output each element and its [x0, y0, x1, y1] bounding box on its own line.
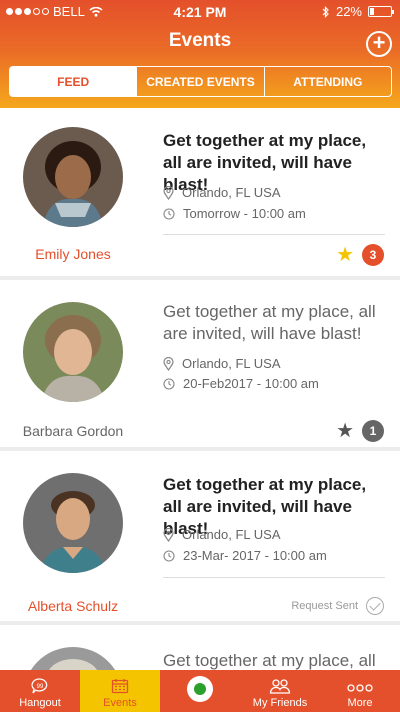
bottom-nav: 99 Hangout Events My Friends More — [0, 670, 400, 712]
card-actions: ★ 1 — [336, 420, 384, 442]
event-card[interactable]: Barbara Gordon Get together at my place,… — [0, 280, 400, 447]
bluetooth-icon — [322, 5, 329, 18]
attendee-count-badge: 3 — [362, 244, 384, 266]
friends-icon — [269, 679, 291, 694]
author-name[interactable]: Alberta Schulz — [0, 598, 146, 614]
datetime-text: 23-Mar- 2017 - 10:00 am — [183, 548, 327, 563]
location-text: Orlando, FL USA — [182, 356, 281, 371]
event-card[interactable]: Get together at my place, all — [0, 625, 400, 670]
avatar — [23, 302, 123, 402]
tab-bar: FEED CREATED EVENTS ATTENDING — [9, 66, 392, 97]
location-text: Orlando, FL USA — [182, 527, 281, 542]
location-pin-icon — [163, 185, 174, 200]
event-card[interactable]: Alberta Schulz Get together at my place,… — [0, 451, 400, 621]
author-name[interactable]: Barbara Gordon — [0, 423, 146, 439]
check-circle-icon — [366, 597, 384, 615]
event-title[interactable]: Get together at my place, all — [163, 650, 388, 670]
plus-icon: + — [372, 30, 386, 55]
event-datetime: 20-Feb2017 - 10:00 am — [163, 376, 319, 391]
location-pin-icon — [163, 527, 174, 542]
location-pin-icon — [163, 356, 174, 371]
nav-events[interactable]: Events — [80, 670, 160, 712]
avatar — [23, 127, 123, 227]
star-icon[interactable]: ★ — [336, 245, 354, 265]
event-card[interactable]: Emily Jones Get together at my place, al… — [0, 108, 400, 276]
event-title[interactable]: Get together at my place, all are invite… — [163, 301, 388, 345]
nav-more[interactable]: More — [320, 670, 400, 712]
app-header: BELL 4:21 PM 22% Events + FEED CREATED E… — [0, 0, 400, 108]
nav-status-button[interactable] — [160, 670, 240, 712]
event-location: Orlando, FL USA — [163, 527, 281, 542]
event-location: Orlando, FL USA — [163, 356, 281, 371]
datetime-text: 20-Feb2017 - 10:00 am — [183, 376, 319, 391]
avatar — [23, 647, 123, 670]
event-feed[interactable]: Emily Jones Get together at my place, al… — [0, 108, 400, 670]
more-dots-icon — [347, 684, 373, 692]
calendar-icon — [111, 679, 129, 694]
clock-icon — [163, 377, 175, 390]
avatar — [23, 473, 123, 573]
nav-label: My Friends — [252, 697, 308, 709]
location-text: Orlando, FL USA — [182, 185, 281, 200]
add-event-button[interactable]: + — [366, 31, 392, 57]
event-location: Orlando, FL USA — [163, 185, 281, 200]
tab-created-events[interactable]: CREATED EVENTS — [136, 67, 263, 96]
nav-label: Events — [103, 697, 137, 709]
tab-attending[interactable]: ATTENDING — [263, 67, 391, 96]
status-bar: BELL 4:21 PM 22% — [0, 0, 400, 22]
clock-icon — [163, 549, 175, 562]
divider — [163, 577, 385, 578]
clock-icon — [163, 207, 175, 220]
attendee-count-badge: 1 — [362, 420, 384, 442]
datetime-text: Tomorrow - 10:00 am — [183, 206, 306, 221]
divider — [163, 234, 385, 235]
event-datetime: Tomorrow - 10:00 am — [163, 206, 306, 221]
event-datetime: 23-Mar- 2017 - 10:00 am — [163, 548, 327, 563]
nav-label: Hangout — [19, 697, 61, 709]
nav-hangout[interactable]: 99 Hangout — [0, 670, 80, 712]
battery-icon — [368, 6, 394, 17]
chat-bubble-icon: 99 — [31, 678, 48, 694]
svg-text:99: 99 — [37, 684, 44, 690]
nav-my-friends[interactable]: My Friends — [240, 670, 320, 712]
status-right: 22% — [322, 4, 394, 19]
card-actions: Request Sent — [291, 597, 384, 615]
author-name[interactable]: Emily Jones — [0, 246, 146, 262]
card-actions: ★ 3 — [336, 244, 384, 266]
nav-label: More — [347, 697, 373, 709]
tab-feed[interactable]: FEED — [10, 67, 137, 96]
page-title: Events — [168, 30, 232, 51]
battery-percent: 22% — [335, 4, 362, 19]
status-toggle-icon — [187, 676, 213, 702]
request-status: Request Sent — [291, 600, 358, 612]
star-icon[interactable]: ★ — [336, 421, 354, 441]
